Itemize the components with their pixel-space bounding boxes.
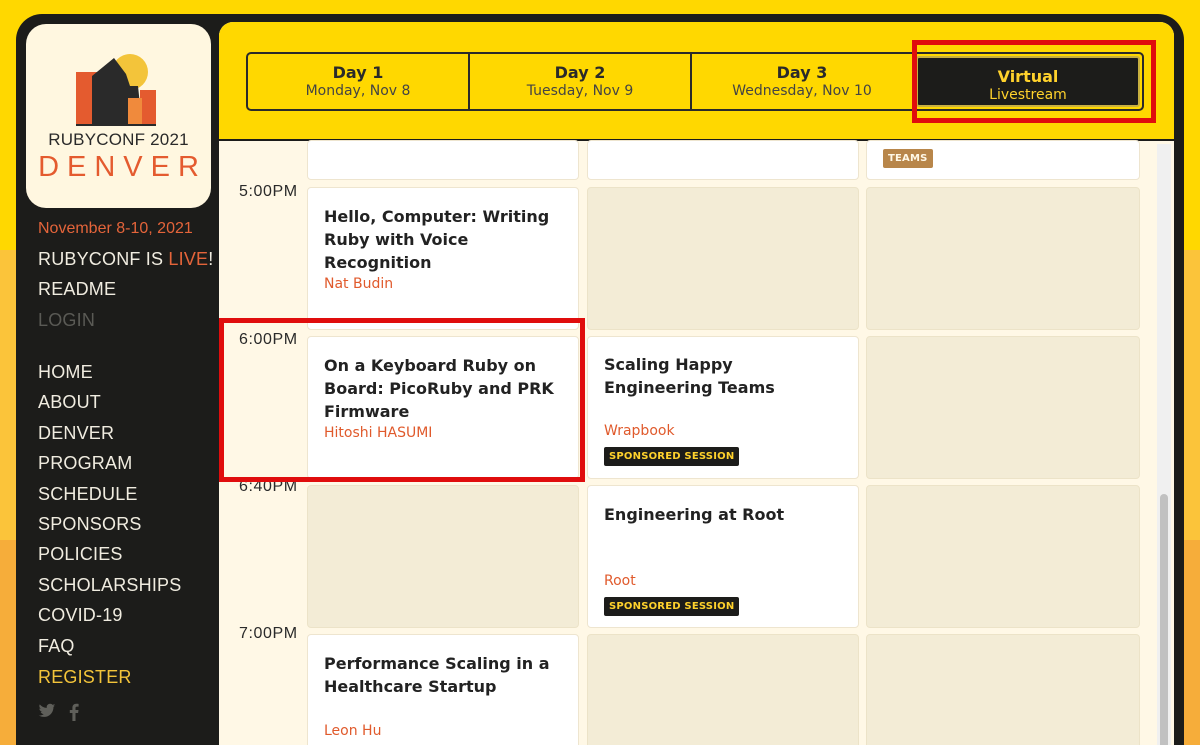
session-card-partial[interactable]: [587, 140, 859, 180]
nav-schedule[interactable]: SCHEDULE: [38, 484, 138, 505]
tab-sublabel: Tuesday, Nov 9: [526, 83, 634, 99]
session-card[interactable]: Hello, Computer: Writing Ruby with Voice…: [307, 187, 579, 330]
session-card-partial[interactable]: [307, 140, 579, 180]
nav-about[interactable]: ABOUT: [38, 392, 101, 413]
nav-policies[interactable]: POLICIES: [38, 544, 123, 565]
nav-denver[interactable]: DENVER: [38, 423, 114, 444]
tab-sublabel: Livestream: [989, 87, 1067, 103]
session-speaker[interactable]: Leon Hu: [324, 723, 381, 739]
session-title: Scaling Happy Engineering Teams: [604, 355, 775, 397]
session-title: On a Keyboard Ruby on Board: PicoRuby an…: [324, 356, 554, 421]
tab-sublabel: Wednesday, Nov 10: [732, 83, 872, 99]
schedule-panel: Day 1 Monday, Nov 8 Day 2 Tuesday, Nov 9…: [219, 22, 1174, 745]
tab-day-1[interactable]: Day 1 Monday, Nov 8: [248, 54, 470, 109]
day-selector-bar: Day 1 Monday, Nov 8 Day 2 Tuesday, Nov 9…: [219, 22, 1174, 141]
tab-label: Day 3: [776, 63, 828, 82]
conference-dates: November 8-10, 2021: [38, 220, 193, 237]
session-card[interactable]: Scaling Happy Engineering Teams Wrapbook…: [587, 336, 859, 479]
tab-sublabel: Monday, Nov 8: [305, 83, 411, 99]
live-status-link[interactable]: RUBYCONF IS LIVE!: [38, 249, 213, 270]
time-label: 7:00PM: [239, 625, 298, 642]
session-speaker[interactable]: Root: [604, 573, 636, 589]
tab-label: Day 1: [332, 63, 384, 82]
logo-city: DENVER: [38, 151, 207, 183]
tab-virtual[interactable]: Virtual Livestream: [916, 56, 1140, 107]
empty-slot: [866, 634, 1140, 745]
tab-day-3[interactable]: Day 3 Wednesday, Nov 10: [692, 54, 914, 109]
scrollbar[interactable]: [1157, 144, 1171, 745]
session-title: Performance Scaling in a Healthcare Star…: [324, 654, 550, 696]
mountain-logo-icon: [76, 54, 156, 126]
session-title: Engineering at Root: [604, 505, 785, 524]
nav-scholarships[interactable]: SCHOLARSHIPS: [38, 575, 181, 596]
session-speaker[interactable]: Nat Budin: [324, 276, 393, 292]
nav-home[interactable]: HOME: [38, 362, 93, 383]
session-card[interactable]: Engineering at Root Root SPONSORED SESSI…: [587, 485, 859, 628]
live-suffix: !: [208, 249, 214, 269]
tab-day-2[interactable]: Day 2 Tuesday, Nov 9: [470, 54, 692, 109]
live-word: LIVE: [168, 249, 209, 269]
readme-link[interactable]: README: [38, 279, 116, 300]
nav-register[interactable]: REGISTER: [38, 667, 132, 688]
tab-label: Virtual: [997, 67, 1059, 86]
empty-slot: [587, 634, 859, 745]
session-card[interactable]: Performance Scaling in a Healthcare Star…: [307, 634, 579, 745]
login-link[interactable]: LOGIN: [38, 310, 95, 331]
empty-slot: [866, 187, 1140, 330]
nav-sponsors[interactable]: SPONSORS: [38, 514, 142, 535]
session-speaker[interactable]: Wrapbook: [604, 423, 675, 439]
nav-covid-19[interactable]: COVID-19: [38, 605, 123, 626]
facebook-icon[interactable]: [69, 703, 79, 721]
empty-slot: [587, 187, 859, 330]
sponsored-badge: SPONSORED SESSION: [604, 447, 740, 466]
live-prefix: RUBYCONF IS: [38, 249, 169, 269]
logo-title: RUBYCONF 2021: [48, 130, 189, 149]
tab-label: Day 2: [554, 63, 606, 82]
time-label: 6:00PM: [239, 331, 298, 348]
time-label: 5:00PM: [239, 183, 298, 200]
twitter-icon[interactable]: [38, 703, 56, 719]
nav-faq[interactable]: FAQ: [38, 636, 75, 657]
scrollbar-thumb[interactable]: [1160, 494, 1168, 745]
time-label: 6:40PM: [239, 478, 298, 495]
teams-badge: TEAMS: [883, 149, 933, 168]
session-card[interactable]: On a Keyboard Ruby on Board: PicoRuby an…: [307, 336, 579, 479]
session-speaker[interactable]: Hitoshi HASUMI: [324, 425, 432, 441]
nav-program[interactable]: PROGRAM: [38, 453, 132, 474]
session-title: Hello, Computer: Writing Ruby with Voice…: [324, 207, 550, 272]
sponsored-badge: SPONSORED SESSION: [604, 597, 740, 616]
empty-slot: [866, 336, 1140, 479]
empty-slot: [866, 485, 1140, 628]
day-tabs: Day 1 Monday, Nov 8 Day 2 Tuesday, Nov 9…: [246, 52, 1144, 111]
session-card-partial[interactable]: TEAMS: [866, 140, 1140, 180]
empty-slot: [307, 485, 579, 628]
rubyconf-logo[interactable]: RUBYCONF 2021 DENVER: [26, 24, 211, 208]
